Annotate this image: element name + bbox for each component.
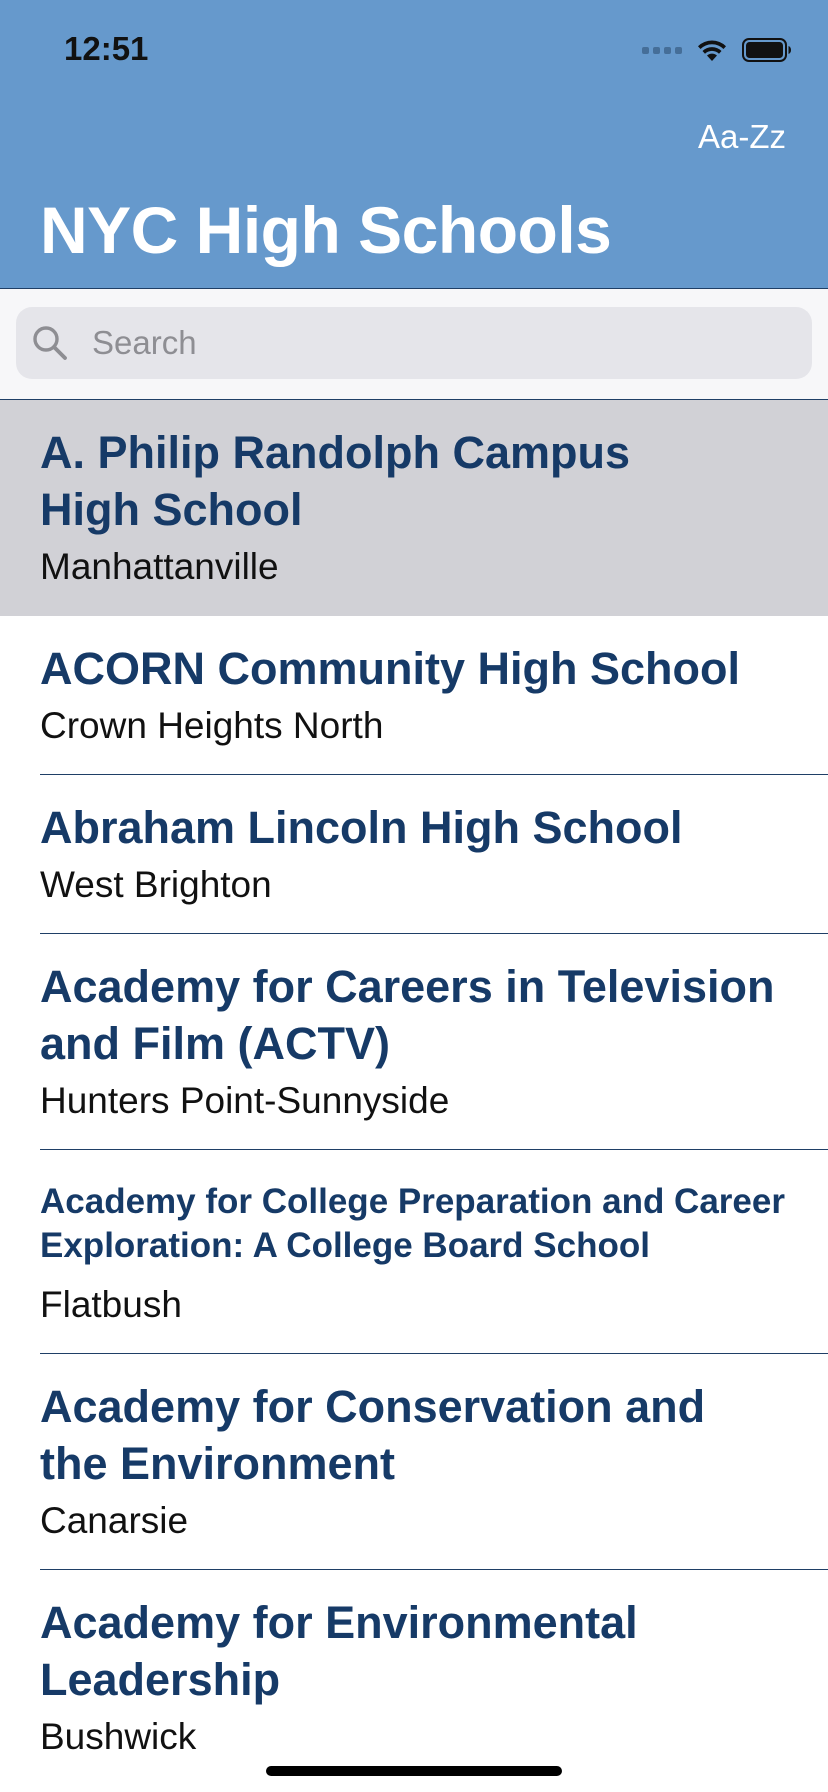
school-name: Academy for Careers in Television and Fi… — [40, 961, 775, 1069]
school-neighborhood: Flatbush — [40, 1284, 182, 1325]
list-item[interactable]: A. Philip Randolph Campus High School Ma… — [0, 400, 828, 616]
page-title: NYC High Schools — [40, 193, 612, 267]
sort-button[interactable]: Aa-Zz — [698, 118, 786, 156]
search-input[interactable] — [76, 307, 792, 379]
battery-icon — [742, 38, 791, 62]
school-name: Academy for Conservation and the Environ… — [40, 1381, 706, 1489]
list-item[interactable]: Academy for College Preparation and Care… — [0, 1150, 828, 1354]
school-neighborhood: Canarsie — [40, 1500, 189, 1541]
wifi-icon — [698, 40, 726, 61]
school-name: Academy for College Preparation and Care… — [40, 1182, 785, 1265]
list-item[interactable]: Academy for Environmental Leadership Bus… — [0, 1570, 828, 1786]
list-item[interactable]: Academy for Careers in Television and Fi… — [0, 934, 828, 1150]
school-list: A. Philip Randolph Campus High School Ma… — [0, 400, 828, 1786]
list-item[interactable]: ACORN Community High School Crown Height… — [0, 616, 828, 775]
status-icons — [642, 34, 792, 66]
search-field[interactable] — [16, 307, 812, 379]
navigation-header: 12:51 Aa-Zz NYC High Schools — [0, 0, 828, 289]
list-item[interactable]: Academy for Conservation and the Environ… — [0, 1354, 828, 1570]
school-neighborhood: West Brighton — [40, 864, 272, 905]
school-neighborhood: Bushwick — [40, 1716, 197, 1757]
status-time: 12:51 — [64, 30, 149, 67]
school-name: Abraham Lincoln High School — [40, 802, 683, 853]
school-neighborhood: Manhattanville — [40, 546, 279, 587]
school-name: ACORN Community High School — [40, 643, 740, 694]
school-name: A. Philip Randolph Campus High School — [40, 427, 631, 535]
search-icon — [33, 326, 67, 360]
search-bar — [0, 289, 828, 400]
school-neighborhood: Crown Heights North — [40, 705, 384, 746]
home-indicator[interactable] — [266, 1766, 562, 1776]
list-item[interactable]: Abraham Lincoln High School West Brighto… — [0, 775, 828, 934]
school-neighborhood: Hunters Point-Sunnyside — [40, 1080, 450, 1121]
signal-icon — [642, 46, 682, 54]
school-name: Academy for Environmental Leadership — [40, 1597, 638, 1705]
